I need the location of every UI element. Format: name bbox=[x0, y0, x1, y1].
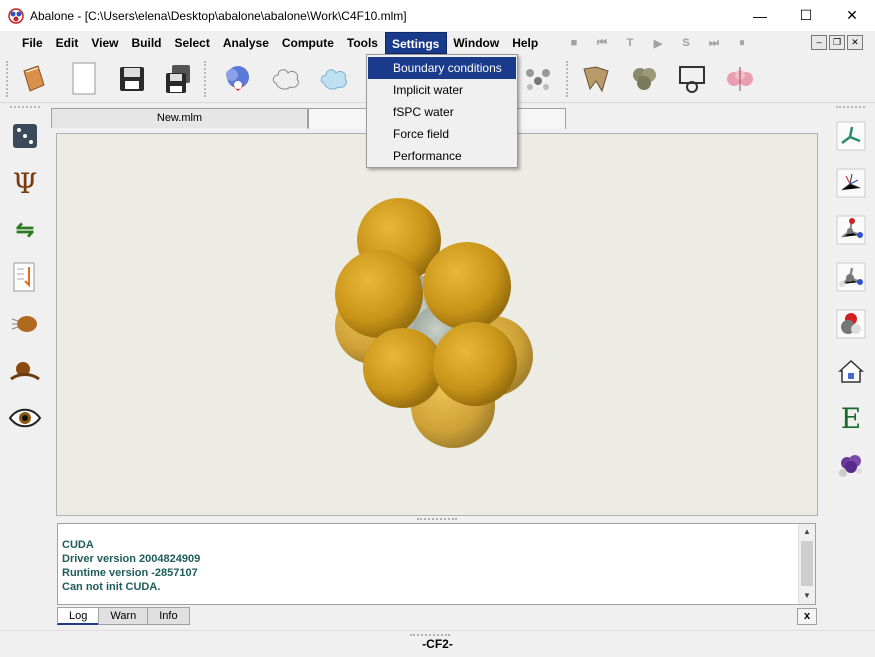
save-all-icon[interactable] bbox=[160, 61, 196, 97]
window-title: Abalone - [C:\Users\elena\Desktop\abalon… bbox=[30, 8, 407, 23]
splitter[interactable] bbox=[56, 516, 818, 522]
energy-icon[interactable]: E bbox=[833, 400, 869, 436]
box-icon[interactable] bbox=[674, 61, 710, 97]
cluster-icon[interactable] bbox=[626, 61, 662, 97]
menu-item-fspc-water[interactable]: fSPC water bbox=[368, 101, 516, 123]
toolbar-grip-3[interactable] bbox=[566, 61, 569, 97]
spacefill-icon[interactable] bbox=[833, 306, 869, 342]
stop-icon[interactable]: ■ bbox=[560, 37, 588, 49]
log-line: Runtime version -2857107 bbox=[62, 567, 198, 579]
menu-settings[interactable]: Settings bbox=[384, 32, 448, 54]
stick-icon[interactable] bbox=[833, 118, 869, 154]
menu-compute[interactable]: Compute bbox=[276, 32, 341, 54]
arrows-icon[interactable]: ⇋ bbox=[7, 212, 43, 248]
ball-stick-2-icon[interactable] bbox=[833, 259, 869, 295]
minimize-button[interactable]: — bbox=[737, 0, 783, 31]
rocket-icon[interactable] bbox=[7, 306, 43, 342]
rewind-icon[interactable]: ⏮ bbox=[588, 37, 616, 50]
log-panel: CUDA Driver version 2004824909 Runtime v… bbox=[57, 523, 816, 605]
tab-log[interactable]: Log bbox=[57, 607, 100, 625]
menu-analyse[interactable]: Analyse bbox=[217, 32, 276, 54]
cloud-filled-icon[interactable] bbox=[316, 61, 352, 97]
menu-edit[interactable]: Edit bbox=[50, 32, 86, 54]
menu-tools[interactable]: Tools bbox=[341, 32, 385, 54]
menu-item-force-field[interactable]: Force field bbox=[368, 123, 516, 145]
open-book-icon[interactable] bbox=[16, 61, 52, 97]
forward-icon[interactable]: ⏭ bbox=[700, 37, 728, 50]
trajectory-icon[interactable]: T bbox=[616, 37, 644, 49]
tab-info[interactable]: Info bbox=[147, 607, 190, 625]
wire-icon[interactable] bbox=[833, 165, 869, 201]
pause-icon[interactable]: ⏸ bbox=[728, 37, 756, 50]
toolbar-grip[interactable] bbox=[6, 61, 9, 97]
menu-view[interactable]: View bbox=[85, 32, 125, 54]
maximize-button[interactable]: ☐ bbox=[783, 0, 829, 31]
menu-item-performance[interactable]: Performance bbox=[368, 145, 516, 167]
log-tabs: Log Warn Info bbox=[57, 607, 190, 625]
mdi-restore-button[interactable]: ❐ bbox=[829, 35, 845, 50]
status-bar: -CF2- bbox=[0, 630, 875, 657]
menu-item-boundary-conditions[interactable]: Boundary conditions bbox=[368, 57, 516, 79]
menu-file[interactable]: File bbox=[16, 32, 50, 54]
molecule-viewport[interactable] bbox=[56, 133, 818, 516]
mdi-buttons: – ❐ ✕ bbox=[811, 35, 863, 50]
protein-icon[interactable] bbox=[833, 447, 869, 483]
document-arrow-icon[interactable] bbox=[7, 259, 43, 295]
close-button[interactable]: ✕ bbox=[829, 0, 875, 31]
ball-stick-icon[interactable] bbox=[7, 353, 43, 389]
house-icon[interactable] bbox=[833, 353, 869, 389]
menu-item-implicit-water[interactable]: Implicit water bbox=[368, 79, 516, 101]
dock-grip-right[interactable] bbox=[836, 106, 865, 112]
mdi-minimize-button[interactable]: – bbox=[811, 35, 827, 50]
wire-model-icon[interactable] bbox=[520, 61, 556, 97]
ball-stick-1-icon[interactable] bbox=[833, 212, 869, 248]
scroll-up-icon[interactable]: ▲ bbox=[799, 524, 815, 540]
dice-icon[interactable] bbox=[7, 118, 43, 154]
spheres-icon[interactable] bbox=[722, 61, 758, 97]
molecule-c4f10[interactable] bbox=[333, 196, 543, 448]
log-close-button[interactable]: x bbox=[797, 608, 817, 625]
dock-grip[interactable] bbox=[10, 106, 40, 112]
mdi-close-button[interactable]: ✕ bbox=[847, 35, 863, 50]
log-line: Driver version 2004824909 bbox=[62, 553, 201, 565]
settings-dropdown: Boundary conditions Implicit water fSPC … bbox=[366, 54, 518, 168]
play-icon[interactable]: ▶ bbox=[644, 37, 672, 50]
surface-model-icon[interactable] bbox=[220, 61, 256, 97]
left-dock: Ψ ⇋ bbox=[0, 104, 50, 624]
tab-warn[interactable]: Warn bbox=[98, 607, 149, 625]
menu-window[interactable]: Window bbox=[447, 32, 506, 54]
title-bar: Abalone - [C:\Users\elena\Desktop\abalon… bbox=[0, 0, 875, 31]
animation-controls: ■ ⏮ T ▶ S ⏭ ⏸ bbox=[560, 32, 756, 54]
scroll-thumb[interactable] bbox=[801, 541, 813, 586]
psi-icon[interactable]: Ψ bbox=[7, 165, 43, 201]
log-line: Can not init CUDA. bbox=[62, 581, 161, 593]
menu-select[interactable]: Select bbox=[168, 32, 216, 54]
log-scrollbar[interactable]: ▲ ▼ bbox=[798, 524, 815, 604]
menu-help[interactable]: Help bbox=[506, 32, 545, 54]
eye-icon[interactable] bbox=[7, 400, 43, 436]
cloud-outline-icon[interactable] bbox=[268, 61, 304, 97]
tab-new-mlm[interactable]: New.mlm bbox=[51, 108, 308, 128]
log-line: CUDA bbox=[62, 539, 94, 551]
step-icon[interactable]: S bbox=[672, 37, 700, 49]
app-icon bbox=[8, 7, 24, 24]
scroll-down-icon[interactable]: ▼ bbox=[799, 588, 815, 604]
status-text: -CF2- bbox=[422, 637, 453, 651]
new-document-icon[interactable] bbox=[66, 61, 102, 97]
save-icon[interactable] bbox=[114, 61, 150, 97]
right-dock: E bbox=[826, 104, 875, 624]
bone-icon[interactable] bbox=[578, 61, 614, 97]
menu-build[interactable]: Build bbox=[125, 32, 168, 54]
toolbar-grip-2[interactable] bbox=[204, 61, 207, 97]
